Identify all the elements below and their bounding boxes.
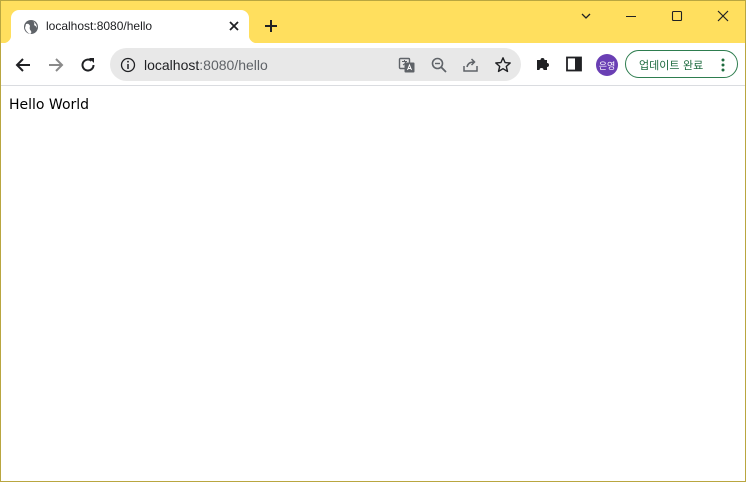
reload-button[interactable] (76, 53, 100, 77)
arrow-right-icon (49, 58, 64, 72)
translate-icon[interactable] (398, 56, 416, 74)
update-button-label: 업데이트 완료 (639, 59, 704, 72)
arrow-left-icon (15, 58, 30, 72)
maximize-button[interactable] (654, 5, 700, 27)
zoom-out-icon[interactable] (430, 56, 448, 74)
maximize-icon (671, 10, 683, 22)
chevron-down-icon (581, 13, 591, 19)
url-path: :8080/hello (199, 57, 268, 73)
close-icon (717, 10, 729, 22)
share-icon[interactable] (462, 56, 480, 74)
globe-icon (24, 20, 38, 34)
toolbar: localhost:8080/hello 은영 업데이트 완료 (1, 43, 745, 86)
url-host: localhost (144, 57, 200, 73)
reload-icon (81, 58, 95, 72)
tab-title: localhost:8080/hello (46, 19, 153, 33)
new-tab-plus-icon[interactable] (263, 18, 279, 34)
close-icon[interactable] (227, 19, 241, 33)
back-button[interactable] (11, 53, 35, 77)
info-icon[interactable] (120, 57, 136, 73)
minimize-icon (626, 16, 636, 17)
extensions-puzzle-icon[interactable] (534, 55, 552, 73)
tab-search-button[interactable] (563, 5, 609, 27)
page-content: Hello World (1, 86, 745, 481)
side-panel-icon[interactable] (565, 55, 583, 73)
update-button[interactable]: 업데이트 완료 (625, 50, 738, 78)
more-vertical-icon (721, 58, 725, 72)
active-tab[interactable]: localhost:8080/hello (3, 10, 257, 43)
url-text[interactable]: localhost:8080/hello (144, 57, 268, 73)
forward-button[interactable] (44, 53, 68, 77)
window-close-button[interactable] (700, 5, 745, 27)
page-body-text: Hello World (9, 97, 90, 113)
profile-avatar[interactable]: 은영 (596, 54, 618, 76)
minimize-button[interactable] (608, 5, 654, 27)
title-bar: localhost:8080/hello (1, 1, 745, 43)
browser-window: localhost:8080/hello localhost:8080/hell… (0, 0, 746, 482)
address-bar[interactable]: localhost:8080/hello (110, 48, 521, 81)
star-icon[interactable] (494, 56, 512, 74)
